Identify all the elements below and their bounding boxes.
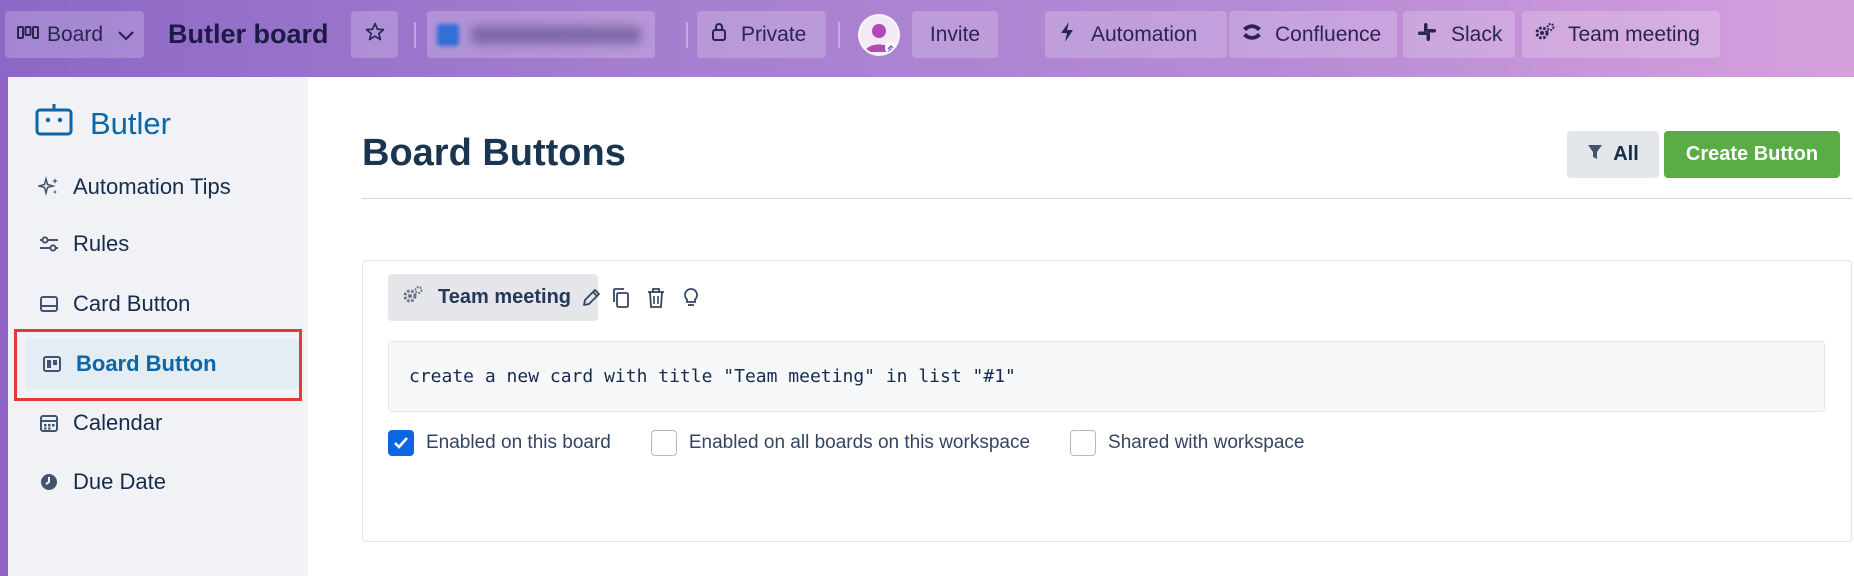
lightbulb-icon[interactable] [678,283,704,313]
filter-button[interactable]: All [1567,131,1659,178]
option-label: Enabled on all boards on this workspace [688,432,1031,453]
board-button-card: Team meeting create a new card with titl… [362,260,1852,542]
automation-label: Automation [1091,22,1198,46]
board-icon [41,355,63,373]
confluence-icon [1241,22,1263,48]
board-header: Board Butler board Private Invite Automa… [0,0,1854,77]
sidebar-item-calendar[interactable]: Calendar [22,398,301,448]
gears-icon [1534,22,1556,48]
button-options: Enabled on this board Enabled on all boa… [388,428,1344,458]
filter-label: All [1613,143,1639,165]
butler-sidebar: Butler Automation Tips Rules Card Button… [8,77,308,576]
option-label: Shared with workspace [1108,432,1305,453]
sidebar-item-label: Card Button [73,291,191,316]
sliders-icon [38,234,60,254]
board-view-label: Board [47,22,104,46]
chevron-down-icon [117,23,135,47]
star-icon [364,21,386,49]
invite-label: Invite [929,22,981,46]
board-view-icon [17,23,39,47]
sidebar-item-rules[interactable]: Rules [22,219,301,269]
card-icon [38,295,60,313]
confluence-button[interactable]: Confluence [1229,11,1397,58]
slack-icon [1417,22,1437,48]
sidebar-item-label: Automation Tips [73,174,231,199]
slack-label: Slack [1451,22,1503,46]
team-meeting-button[interactable]: Team meeting [1522,11,1720,58]
automation-button[interactable]: Automation [1045,11,1227,58]
team-meeting-label: Team meeting [1568,22,1700,46]
board-title[interactable]: Butler board [168,11,329,58]
sidebar-item-board-button[interactable]: Board Button [25,339,300,389]
workspace-name-redacted [471,25,641,44]
clock-icon [38,472,60,492]
butler-brand: Butler [34,103,171,145]
checkbox-checked[interactable] [388,430,414,456]
copy-icon[interactable] [608,283,634,313]
main-content: Board Buttons All Create Button Team mee… [308,77,1854,576]
lock-icon [711,22,727,48]
board-button-chip[interactable]: Team meeting [388,274,598,321]
checkbox-unchecked[interactable] [650,430,677,456]
title-divider [362,198,1852,199]
board-button-name: Team meeting [438,286,571,308]
slack-button[interactable]: Slack [1403,11,1515,58]
calendar-icon [38,413,60,433]
option-shared-workspace[interactable]: Shared with workspace [1070,430,1304,456]
confluence-label: Confluence [1275,22,1382,46]
sidebar-item-automation-tips[interactable]: Automation Tips [22,162,301,212]
sidebar-item-label: Due Date [73,469,166,494]
sparkle-icon [38,176,60,198]
trash-icon[interactable] [643,283,669,313]
butler-title: Butler [90,106,171,141]
filter-icon [1587,143,1603,167]
board-view-switcher[interactable]: Board [5,11,144,58]
sidebar-item-due-date[interactable]: Due Date [22,457,301,507]
button-command-text: create a new card with title "Team meeti… [388,341,1825,412]
option-enabled-all-boards[interactable]: Enabled on all boards on this workspace [650,430,1031,456]
robot-icon [34,103,74,145]
header-divider [838,22,840,48]
create-button[interactable]: Create Button [1664,131,1840,178]
sidebar-item-label: Board Button [76,351,217,376]
workspace-logo [437,23,459,46]
workspace-button[interactable] [427,11,655,58]
header-divider [414,22,416,48]
edit-icon[interactable] [578,283,604,313]
visibility-button[interactable]: Private [697,11,826,58]
invite-button[interactable]: Invite [912,11,998,58]
sidebar-item-label: Calendar [73,410,163,435]
option-label: Enabled on this board [426,432,611,453]
page-title: Board Buttons [362,132,626,174]
option-enabled-this-board[interactable]: Enabled on this board [388,430,611,456]
bolt-icon [1059,21,1075,49]
star-board-button[interactable] [351,11,398,58]
gears-icon [402,285,424,311]
checkbox-unchecked[interactable] [1070,430,1097,456]
sidebar-item-card-button[interactable]: Card Button [22,279,301,329]
header-divider [686,22,688,48]
sidebar-item-label: Rules [73,231,130,256]
visibility-label: Private [741,22,807,46]
avatar[interactable] [858,14,900,56]
